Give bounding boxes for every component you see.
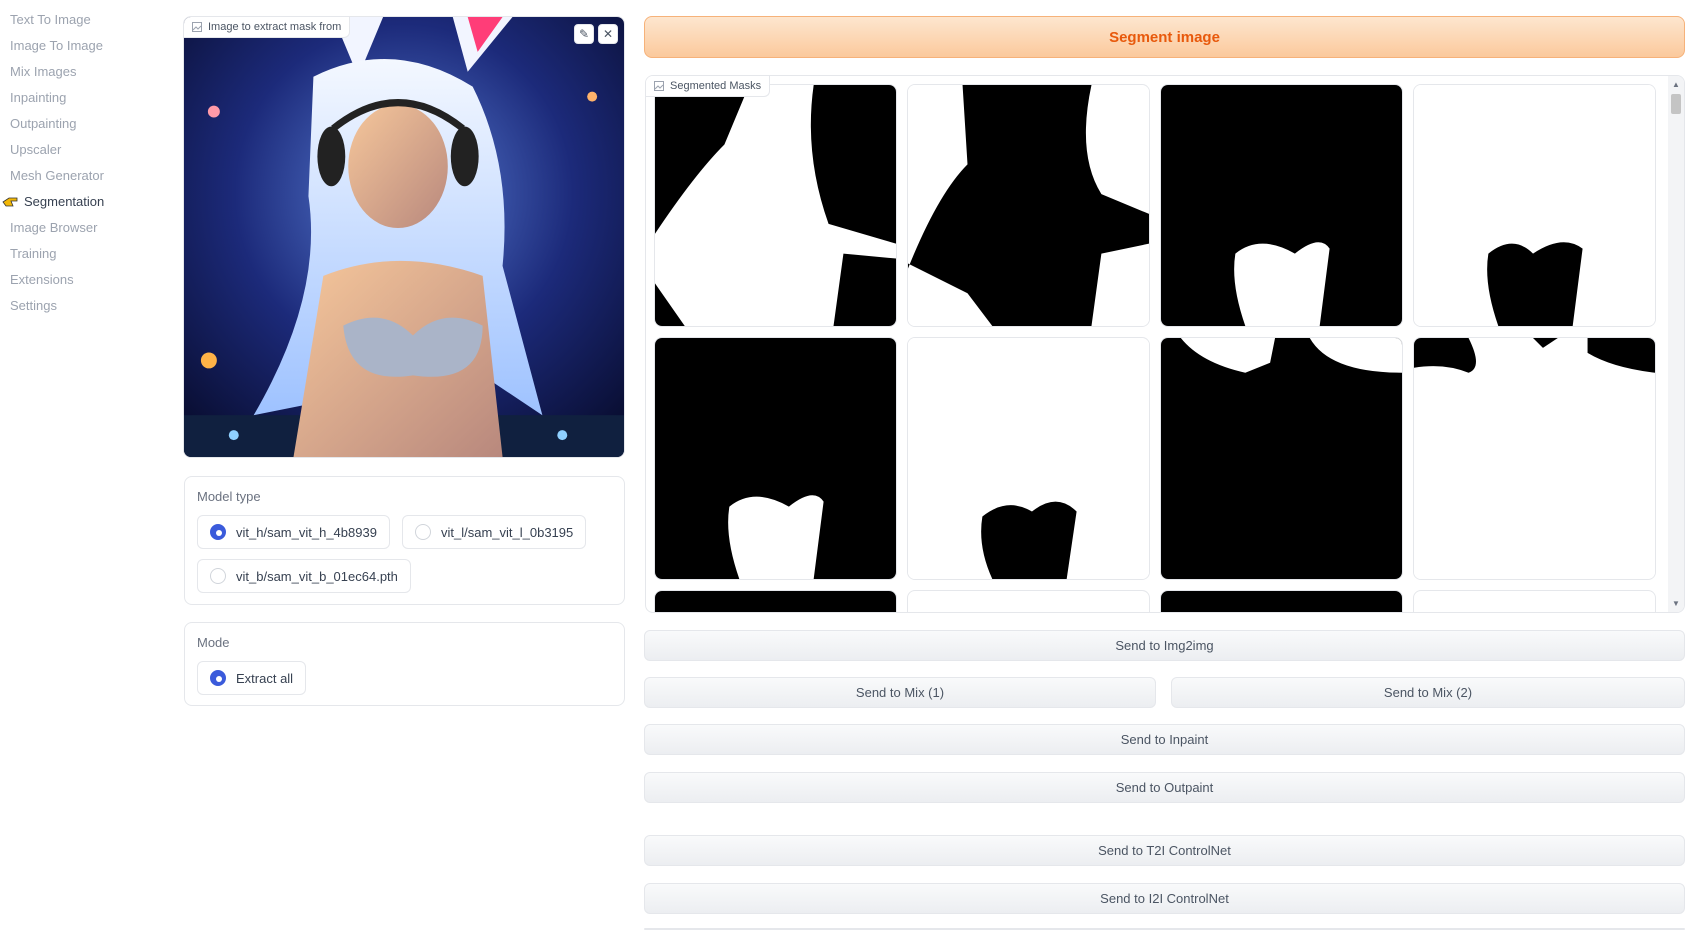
mask-thumbnail[interactable] [654,84,897,327]
sidebar-item-image-browser[interactable]: Image Browser [10,220,97,235]
radio-selected-icon [210,670,226,686]
model-type-title: Model type [197,489,261,504]
mask-thumbnail[interactable] [1413,84,1656,327]
mask-thumbnail[interactable] [1160,337,1403,580]
gallery-label-text: Segmented Masks [670,80,762,92]
image-icon [654,81,664,91]
segment-image-button[interactable]: Segment image [644,16,1685,58]
input-image-label: Image to extract mask from [184,17,351,38]
sidebar-item-inpainting[interactable]: Inpainting [10,90,66,105]
sidebar-item-training[interactable]: Training [10,246,56,261]
send-to-mix1-button[interactable]: Send to Mix (1) [644,677,1156,708]
send-to-i2i-controlnet-button[interactable]: Send to I2I ControlNet [644,883,1685,914]
scroll-down-icon[interactable]: ▼ [1672,599,1680,608]
pencil-icon[interactable]: ✎ [574,24,594,44]
gallery-label: Segmented Masks [646,76,771,97]
send-to-mix2-button[interactable]: Send to Mix (2) [1171,677,1685,708]
image-icon [192,22,202,32]
mask-thumbnail[interactable] [1160,84,1403,327]
sidebar-item-segmentation[interactable]: Segmentation [2,194,104,209]
mask-thumbnail[interactable] [1160,590,1403,612]
scrollbar-thumb[interactable] [1671,94,1681,114]
model-option-label: vit_h/sam_vit_h_4b8939 [236,524,377,540]
close-icon[interactable]: ✕ [598,24,618,44]
source-image [184,17,624,457]
sidebar-item-mesh-generator[interactable]: Mesh Generator [10,168,104,183]
mask-thumbnail[interactable] [907,337,1150,580]
mask-thumbnail[interactable] [907,84,1150,327]
pointing-hand-icon [2,196,18,208]
send-to-outpaint-button[interactable]: Send to Outpaint [644,772,1685,803]
radio-unselected-icon [415,524,431,540]
sidebar-item-upscaler[interactable]: Upscaler [10,142,61,157]
gallery-scrollbar[interactable]: ▲ ▼ [1668,76,1684,612]
mode-option-label: Extract all [236,670,294,686]
sidebar-item-settings[interactable]: Settings [10,298,57,313]
model-option-label: vit_l/sam_vit_l_0b3195 [441,524,574,540]
mask-thumbnail[interactable] [654,337,897,580]
model-option-vit-l[interactable]: vit_l/sam_vit_l_0b3195 [402,515,587,549]
model-option-vit-h[interactable]: vit_h/sam_vit_h_4b8939 [197,515,390,549]
model-option-label: vit_b/sam_vit_b_01ec64.pth [236,568,398,584]
mask-thumbnail[interactable] [1413,590,1656,612]
sidebar-item-text-to-image[interactable]: Text To Image [10,12,91,27]
sidebar: Text To Image Image To Image Mix Images … [0,0,170,930]
model-type-panel: Model type vit_h/sam_vit_h_4b8939 vit_l/… [184,476,625,605]
sidebar-item-label: Segmentation [24,194,105,209]
mode-option-extract-all[interactable]: Extract all [197,661,307,695]
sidebar-item-mix-images[interactable]: Mix Images [10,64,76,79]
mask-thumbnail[interactable] [1413,337,1656,580]
scroll-up-icon[interactable]: ▲ [1672,80,1680,89]
mode-title: Mode [197,635,230,650]
mask-thumbnail[interactable] [654,590,897,612]
model-option-vit-b[interactable]: vit_b/sam_vit_b_01ec64.pth [197,559,411,593]
radio-unselected-icon [210,568,226,584]
mask-thumbnail[interactable] [907,590,1150,612]
sidebar-item-outpainting[interactable]: Outpainting [10,116,77,131]
input-image-panel[interactable]: Image to extract mask from ✎ ✕ [183,16,625,458]
segmented-masks-gallery[interactable]: Segmented Masks ▲ ▼ [645,75,1685,613]
send-to-t2i-controlnet-button[interactable]: Send to T2I ControlNet [644,835,1685,866]
mode-panel: Mode Extract all [184,622,625,706]
send-to-img2img-button[interactable]: Send to Img2img [644,630,1685,661]
radio-selected-icon [210,524,226,540]
sidebar-item-image-to-image[interactable]: Image To Image [10,38,103,53]
send-to-inpaint-button[interactable]: Send to Inpaint [644,724,1685,755]
input-image-label-text: Image to extract mask from [208,21,342,33]
sidebar-item-extensions[interactable]: Extensions [10,272,74,287]
